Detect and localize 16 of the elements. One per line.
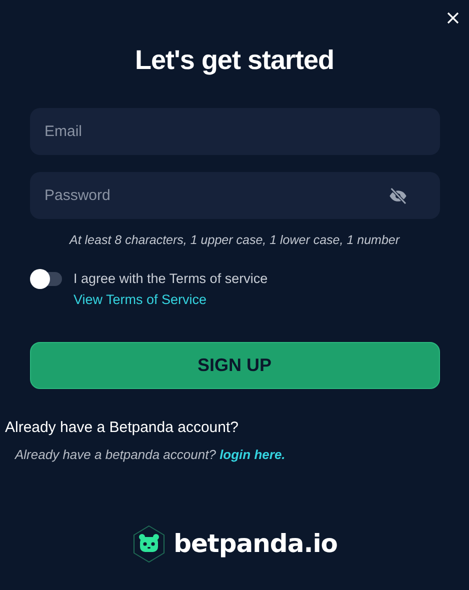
eye-slash-icon[interactable] — [388, 186, 408, 206]
dialog-title: Let's get started — [135, 44, 334, 77]
terms-text: I agree with the Terms of service View Terms of Service — [74, 270, 269, 309]
panda-logo-icon — [132, 524, 166, 563]
login-text: Already have a betpanda account? login here. — [15, 446, 286, 464]
close-button[interactable] — [446, 11, 460, 25]
email-field[interactable]: Email — [30, 108, 440, 155]
login-heading: Already have a Betpanda account? — [5, 418, 240, 438]
terms-link[interactable]: View Terms of Service — [74, 292, 207, 307]
password-hint: At least 8 characters, 1 upper case, 1 lower case, 1 number — [68, 232, 401, 249]
close-icon — [446, 11, 460, 25]
login-link[interactable]: login here. — [220, 447, 286, 462]
logo-text: betpanda.io — [174, 528, 338, 560]
sign-up-button[interactable]: SIGN UP — [30, 342, 440, 389]
password-field[interactable]: Password — [30, 172, 440, 219]
terms-toggle[interactable] — [32, 272, 62, 286]
